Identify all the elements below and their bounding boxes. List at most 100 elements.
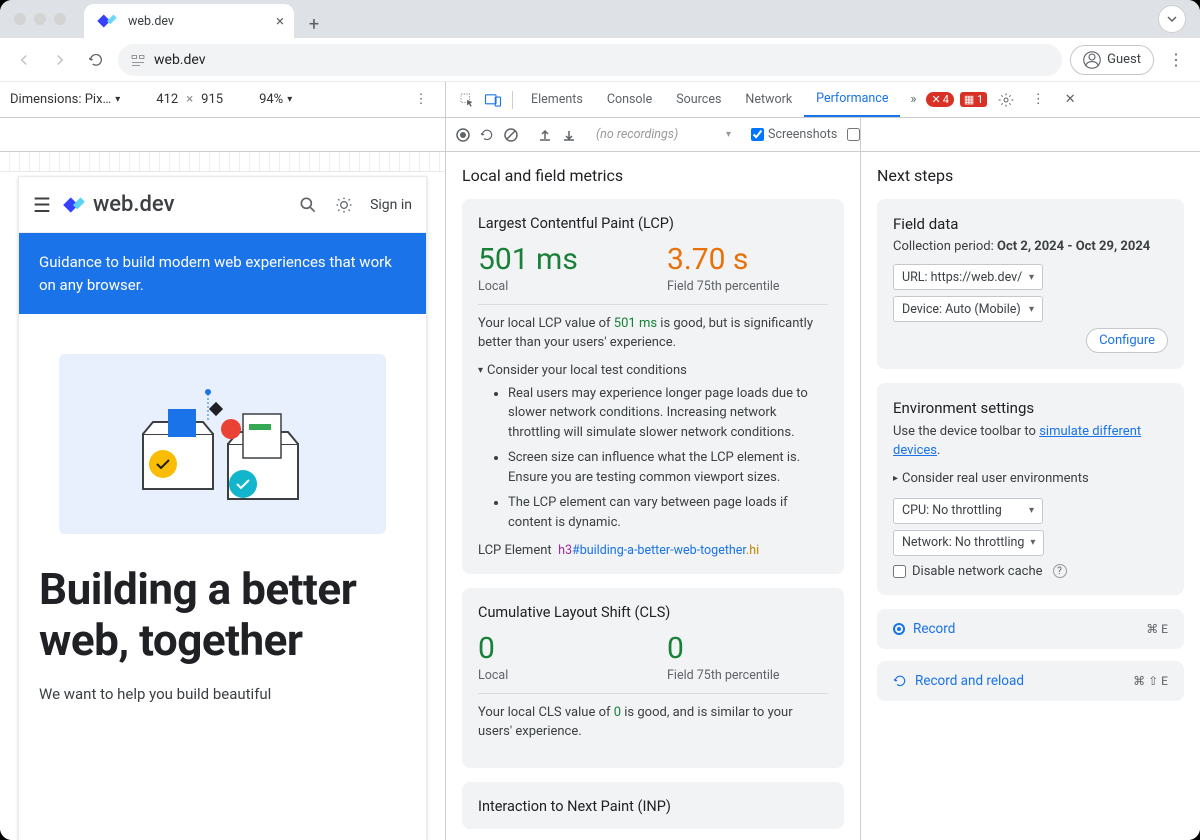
record-action[interactable]: Record ⌘ E bbox=[877, 609, 1184, 649]
hero-illustration bbox=[59, 354, 386, 534]
chevron-down-icon bbox=[1167, 14, 1177, 24]
back-button[interactable] bbox=[10, 46, 38, 74]
device-width[interactable]: 412 bbox=[156, 92, 178, 107]
new-tab-button[interactable]: + bbox=[300, 10, 328, 38]
browser-menu-button[interactable]: ⋮ bbox=[1162, 46, 1190, 74]
screenshots-checkbox[interactable]: Screenshots bbox=[751, 127, 837, 142]
hero-subtitle: We want to help you build beautiful bbox=[19, 675, 426, 713]
device-select[interactable]: Device: Auto (Mobile) bbox=[893, 296, 1043, 322]
tab-sources[interactable]: Sources bbox=[664, 82, 733, 117]
hero-title: Building a better web, together bbox=[19, 554, 426, 675]
mobile-frame[interactable]: ☰ web.dev Sign in Guidance to build mode… bbox=[18, 176, 427, 840]
error-badge[interactable]: ✕ 4 bbox=[926, 92, 953, 107]
traffic-close[interactable] bbox=[14, 13, 26, 25]
lcp-field-value: 3.70 s bbox=[667, 242, 828, 277]
network-select[interactable]: Network: No throttling bbox=[893, 530, 1044, 556]
site-header: ☰ web.dev Sign in bbox=[19, 177, 426, 233]
issues-badge[interactable]: ▦ 1 bbox=[960, 92, 987, 107]
tab-elements[interactable]: Elements bbox=[519, 82, 595, 117]
field-data-title: Field data bbox=[893, 215, 1168, 233]
env-settings-card: Environment settings Use the device tool… bbox=[877, 383, 1184, 595]
traffic-min[interactable] bbox=[34, 13, 46, 25]
lcp-element-row: LCP Element h3#building-a-better-web-tog… bbox=[478, 542, 828, 558]
ruler bbox=[0, 152, 445, 172]
devtools-top-bar: Dimensions: Pix… ▾ 412 × 915 94% ▾ ⋮ Ele… bbox=[0, 82, 1200, 118]
tabstrip: web.dev × + bbox=[84, 0, 328, 38]
url-text: web.dev bbox=[154, 52, 206, 68]
lcp-card: Largest Contentful Paint (LCP) 501 ms Lo… bbox=[462, 199, 844, 574]
tab-console[interactable]: Console bbox=[595, 82, 664, 117]
browser-window: web.dev × + web.dev Guest ⋮ Dimensions: … bbox=[0, 0, 1200, 840]
traffic-lights bbox=[14, 13, 66, 25]
record-reload-action[interactable]: Record and reload ⌘ ⇧ E bbox=[877, 661, 1184, 701]
tab-title: web.dev bbox=[128, 14, 174, 29]
lcp-local-label: Local bbox=[478, 279, 639, 294]
tab-network[interactable]: Network bbox=[733, 82, 804, 117]
cpu-select[interactable]: CPU: No throttling bbox=[893, 498, 1043, 524]
more-tabs-icon[interactable]: » bbox=[900, 87, 926, 113]
metrics-title: Local and field metrics bbox=[462, 166, 844, 185]
forward-button[interactable] bbox=[46, 46, 74, 74]
next-title: Next steps bbox=[877, 166, 1184, 185]
devtools-menu-icon[interactable]: ⋮ bbox=[1025, 87, 1051, 113]
address-bar[interactable]: web.dev bbox=[118, 44, 1062, 76]
cls-card: Cumulative Layout Shift (CLS) 0 Local 0 … bbox=[462, 588, 844, 768]
memory-checkbox[interactable]: Memory bbox=[847, 127, 860, 142]
url-select[interactable]: URL: https://web.dev/ bbox=[893, 264, 1043, 290]
cls-name: Cumulative Layout Shift (CLS) bbox=[478, 604, 828, 621]
env-disclosure[interactable]: Consider real user environments bbox=[893, 471, 1168, 486]
profile-chip[interactable]: Guest bbox=[1070, 45, 1154, 75]
collection-period: Collection period: Oct 2, 2024 - Oct 29,… bbox=[893, 239, 1168, 254]
times-icon: × bbox=[186, 92, 193, 107]
configure-button[interactable]: Configure bbox=[1086, 328, 1168, 353]
field-data-card: Field data Collection period: Oct 2, 202… bbox=[877, 199, 1184, 369]
next-steps-pane: Next steps Field data Collection period:… bbox=[860, 118, 1200, 840]
hamburger-icon[interactable]: ☰ bbox=[33, 193, 51, 217]
webdev-favicon bbox=[94, 8, 120, 34]
lcp-explanation: Your local LCP value of 501 ms is good, … bbox=[478, 315, 828, 353]
device-toggle-icon[interactable] bbox=[480, 87, 506, 113]
toolbar: web.dev Guest ⋮ bbox=[0, 38, 1200, 82]
search-icon[interactable] bbox=[298, 195, 318, 215]
env-title: Environment settings bbox=[893, 399, 1168, 417]
cls-field-value: 0 bbox=[667, 631, 828, 666]
tab-close-icon[interactable]: × bbox=[276, 12, 284, 30]
guest-icon bbox=[1083, 51, 1101, 69]
lcp-field-label: Field 75th percentile bbox=[667, 279, 828, 294]
lcp-tips: Real users may experience longer page lo… bbox=[478, 384, 828, 533]
help-icon[interactable]: ? bbox=[1053, 564, 1067, 578]
traffic-max[interactable] bbox=[54, 13, 66, 25]
inp-card: Interaction to Next Paint (INP) bbox=[462, 782, 844, 829]
device-menu-button[interactable]: ⋮ bbox=[407, 86, 435, 114]
site-logo[interactable]: web.dev bbox=[61, 192, 175, 218]
lcp-disclosure[interactable]: Consider your local test conditions bbox=[478, 363, 828, 378]
zoom-select[interactable]: 94% ▾ bbox=[259, 92, 292, 107]
dimensions-select[interactable]: Dimensions: Pix… ▾ bbox=[10, 92, 120, 107]
webdev-logo-icon bbox=[61, 192, 87, 218]
main-area: ☰ web.dev Sign in Guidance to build mode… bbox=[0, 118, 1200, 840]
inp-name: Interaction to Next Paint (INP) bbox=[478, 798, 828, 815]
devtools-tabs: Elements Console Sources Network Perform… bbox=[446, 82, 1200, 117]
lcp-name: Largest Contentful Paint (LCP) bbox=[478, 215, 828, 232]
metrics-pane: (no recordings) ▾ Screenshots Memory Loc… bbox=[446, 118, 860, 840]
cls-explanation: Your local CLS value of 0 is good, and i… bbox=[478, 704, 828, 742]
sign-in-link[interactable]: Sign in bbox=[370, 197, 412, 213]
reload-button[interactable] bbox=[82, 46, 110, 74]
inspect-icon[interactable] bbox=[454, 87, 480, 113]
tab-search-button[interactable] bbox=[1158, 5, 1186, 33]
site-settings-icon bbox=[130, 52, 146, 68]
device-preview-pane: ☰ web.dev Sign in Guidance to build mode… bbox=[0, 118, 446, 840]
record-dot-icon bbox=[893, 623, 905, 635]
devtools-close-icon[interactable]: ✕ bbox=[1057, 87, 1083, 113]
settings-icon[interactable] bbox=[993, 87, 1019, 113]
env-text: Use the device toolbar to simulate diffe… bbox=[893, 423, 1168, 461]
browser-tab[interactable]: web.dev × bbox=[84, 4, 294, 38]
tab-performance[interactable]: Performance bbox=[804, 82, 900, 117]
device-dimensions-bar: Dimensions: Pix… ▾ 412 × 915 94% ▾ ⋮ bbox=[0, 82, 446, 117]
reload-icon bbox=[893, 674, 907, 688]
device-height[interactable]: 915 bbox=[201, 92, 223, 107]
theme-icon[interactable] bbox=[334, 195, 354, 215]
disable-cache-checkbox[interactable]: Disable network cache ? bbox=[893, 564, 1168, 579]
lcp-local-value: 501 ms bbox=[478, 242, 639, 277]
guest-label: Guest bbox=[1107, 52, 1141, 67]
